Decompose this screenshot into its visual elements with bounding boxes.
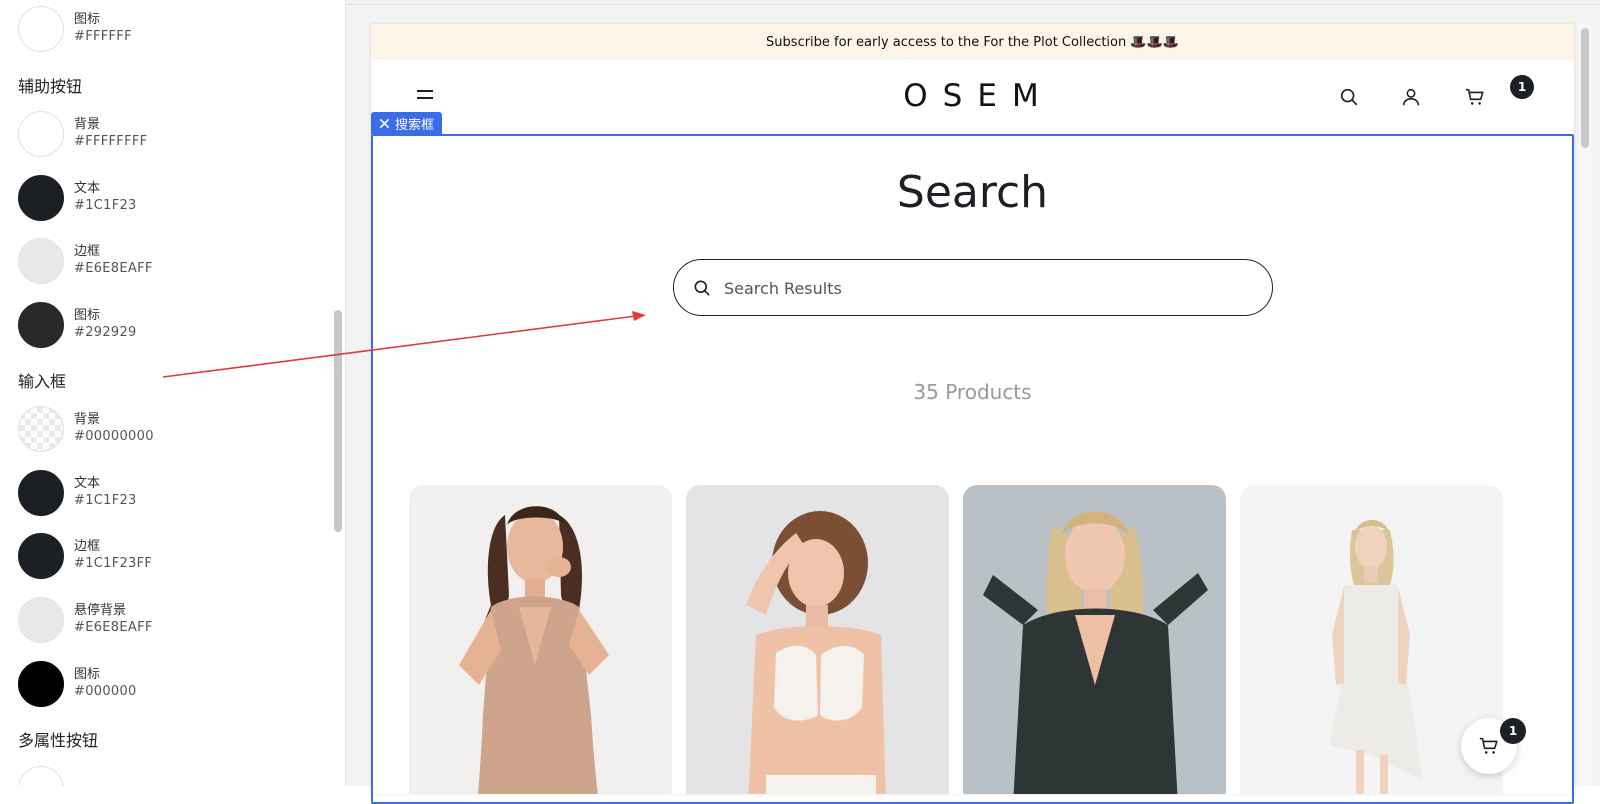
swatch-hex-value: #000000	[74, 684, 137, 699]
swatch-row-border[interactable]: 边框 #E6E8EAFF	[18, 238, 318, 286]
color-swatch[interactable]	[18, 238, 64, 284]
selected-block-tag[interactable]: 搜索框	[371, 112, 443, 134]
store-logo[interactable]: OSEM	[371, 78, 1574, 114]
swatch-label: 悬停背景	[74, 603, 127, 618]
swatch-hex-value: #FFFFFF	[74, 29, 132, 44]
color-swatch[interactable]	[18, 533, 64, 579]
color-swatch[interactable]	[18, 597, 64, 643]
swatch-label: 图标	[74, 667, 101, 682]
color-swatch[interactable]	[18, 111, 64, 157]
cart-icon[interactable]	[1464, 86, 1486, 108]
storefront-preview-frame: Subscribe for early access to the For th…	[371, 24, 1574, 794]
swatch-row-input-border[interactable]: 边框 #1C1F23FF	[18, 533, 318, 581]
preview-scrollbar-thumb[interactable]	[1581, 28, 1589, 148]
search-icon	[694, 280, 710, 296]
close-icon[interactable]	[379, 118, 390, 129]
theme-settings-panel: 图标 #FFFFFF 辅助按钮 背景 #FFFFFFFF 文本 #1C1F23 …	[0, 0, 330, 786]
swatch-label: 图标	[74, 12, 101, 27]
swatch-row-partial[interactable]	[18, 766, 318, 786]
product-card[interactable]	[409, 485, 672, 794]
swatch-row-input-text[interactable]: 文本 #1C1F23	[18, 470, 318, 518]
swatch-label: 文本	[74, 181, 101, 196]
product-image[interactable]	[963, 485, 1226, 794]
swatch-label: 图标	[74, 308, 101, 323]
swatch-label: 背景	[74, 412, 101, 427]
color-swatch[interactable]	[18, 766, 64, 786]
color-swatch[interactable]	[18, 661, 64, 707]
swatch-hex-value: #E6E8EAFF	[74, 620, 153, 635]
section-title-secondary-button: 辅助按钮	[18, 77, 83, 96]
swatch-label: 文本	[74, 476, 101, 491]
swatch-row-icon-top[interactable]: 图标 #FFFFFF	[18, 6, 318, 54]
color-swatch[interactable]	[18, 175, 64, 221]
section-title-input-box: 输入框	[18, 372, 67, 391]
swatch-hex-value: #FFFFFFFF	[74, 134, 148, 149]
cart-icon	[1479, 737, 1498, 754]
product-image[interactable]	[686, 485, 949, 794]
swatch-label: 边框	[74, 539, 101, 554]
swatch-row-text[interactable]: 文本 #1C1F23	[18, 175, 318, 223]
search-input[interactable]	[724, 270, 1244, 306]
swatch-row-bg[interactable]: 背景 #FFFFFFFF	[18, 111, 318, 159]
swatch-label: 边框	[74, 244, 101, 259]
swatch-label: 背景	[74, 117, 101, 132]
preview-divider	[346, 4, 1600, 5]
color-swatch[interactable]	[18, 6, 64, 52]
product-card[interactable]	[686, 485, 949, 794]
account-icon[interactable]	[1400, 86, 1422, 108]
cart-count-badge: 1	[1510, 75, 1534, 99]
search-box[interactable]	[673, 259, 1273, 316]
store-header: OSEM 1	[371, 60, 1574, 136]
swatch-hex-value: #1C1F23	[74, 493, 137, 508]
announcement-bar[interactable]: Subscribe for early access to the For th…	[371, 24, 1574, 60]
selected-block-label: 搜索框	[395, 117, 435, 133]
swatch-hex-value: #00000000	[74, 429, 154, 444]
search-icon[interactable]	[1338, 86, 1360, 108]
settings-scrollbar-thumb[interactable]	[334, 310, 342, 532]
color-swatch[interactable]	[18, 470, 64, 516]
swatch-row-input-hover-bg[interactable]: 悬停背景 #E6E8EAFF	[18, 597, 318, 645]
swatch-hex-value: #292929	[74, 325, 137, 340]
swatch-row-icon[interactable]: 图标 #292929	[18, 302, 318, 350]
floating-cart-badge: 1	[1500, 718, 1526, 744]
products-count: 35 Products	[913, 380, 1032, 404]
color-swatch[interactable]	[18, 302, 64, 348]
swatch-hex-value: #1C1F23FF	[74, 556, 153, 571]
color-swatch[interactable]	[18, 406, 64, 452]
product-image[interactable]	[409, 485, 672, 794]
product-card[interactable]	[963, 485, 1226, 794]
section-title-multi-attr-button: 多属性按钮	[18, 731, 99, 750]
swatch-hex-value: #E6E8EAFF	[74, 261, 153, 276]
swatch-row-input-icon[interactable]: 图标 #000000	[18, 661, 318, 709]
search-page-title: Search	[896, 167, 1049, 218]
swatch-row-input-bg[interactable]: 背景 #00000000	[18, 406, 318, 454]
swatch-hex-value: #1C1F23	[74, 198, 137, 213]
